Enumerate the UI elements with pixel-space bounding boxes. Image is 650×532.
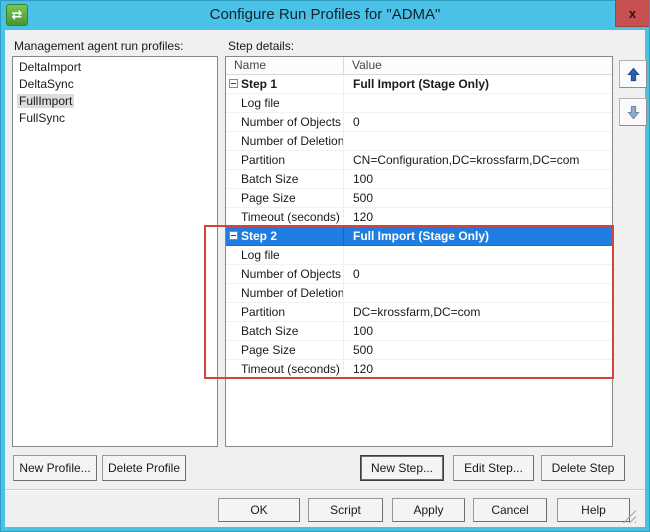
collapse-icon[interactable] xyxy=(229,231,238,240)
profile-item-label: FullImport xyxy=(17,94,75,108)
property-name: Log file xyxy=(226,94,344,112)
property-value xyxy=(344,284,612,302)
property-name: Page Size xyxy=(226,189,344,207)
profile-item-deltasync[interactable]: DeltaSync xyxy=(13,76,217,93)
property-value: 100 xyxy=(353,172,374,186)
configure-run-profiles-dialog: ⇄ Configure Run Profiles for "ADMA" x Ma… xyxy=(0,0,650,532)
property-name: Partition xyxy=(226,151,344,169)
step-property-row[interactable]: Timeout (seconds) 120 xyxy=(226,208,612,227)
property-value xyxy=(344,246,612,264)
step-property-row[interactable]: Number of Deletions xyxy=(226,284,612,303)
property-value: 500 xyxy=(353,343,374,357)
property-value xyxy=(344,132,612,150)
ok-button[interactable]: OK xyxy=(218,498,300,522)
table-header: Name Value xyxy=(226,57,612,75)
property-name: Batch Size xyxy=(226,170,344,188)
run-profiles-listbox[interactable]: DeltaImport DeltaSync FullImport FullSync xyxy=(12,56,218,447)
property-value: 100 xyxy=(353,324,374,338)
property-name: Number of Deletions xyxy=(226,284,344,302)
property-value: 500 xyxy=(353,191,374,205)
profile-item-label: FullSync xyxy=(19,111,66,125)
property-value: 120 xyxy=(353,362,374,376)
step-property-row[interactable]: Number of Objects 0 xyxy=(226,113,612,132)
edit-step-button[interactable]: Edit Step... xyxy=(453,455,534,481)
table-body: Step 1 Full Import (Stage Only) Log file Nu… xyxy=(226,75,612,379)
titlebar[interactable]: ⇄ Configure Run Profiles for "ADMA" x xyxy=(0,0,650,30)
help-button[interactable]: Help xyxy=(557,498,630,522)
step-value: Full Import (Stage Only) xyxy=(353,229,490,243)
property-value: CN=Configuration,DC=krossfarm,DC=com xyxy=(353,153,580,167)
step-details-table: Name Value Step 1 Full Import (Stage Only… xyxy=(225,56,613,447)
property-name: Timeout (seconds) xyxy=(226,208,344,226)
property-name: Log file xyxy=(226,246,344,264)
property-value: 0 xyxy=(353,267,360,281)
property-value xyxy=(344,94,612,112)
column-header-value[interactable]: Value xyxy=(344,57,612,74)
step-property-row[interactable]: Batch Size 100 xyxy=(226,170,612,189)
profile-item-fullimport[interactable]: FullImport xyxy=(13,93,217,110)
step-property-row[interactable]: Timeout (seconds) 120 xyxy=(226,360,612,379)
profile-item-label: DeltaSync xyxy=(19,77,74,91)
step-property-row[interactable]: Number of Objects 0 xyxy=(226,265,612,284)
property-name: Batch Size xyxy=(226,322,344,340)
step-row-2[interactable]: Step 2 Full Import (Stage Only) xyxy=(226,227,612,246)
property-value: 120 xyxy=(353,210,374,224)
profile-item-deltaimport[interactable]: DeltaImport xyxy=(13,59,217,76)
new-profile-button[interactable]: New Profile... xyxy=(13,455,97,481)
move-step-up-button[interactable] xyxy=(619,60,647,88)
up-arrow-icon xyxy=(626,67,640,81)
delete-profile-button[interactable]: Delete Profile xyxy=(102,455,186,481)
sync-manager-icon: ⇄ xyxy=(6,4,28,26)
column-header-name[interactable]: Name xyxy=(226,57,344,74)
dialog-client-area: Management agent run profiles: Step deta… xyxy=(5,30,647,527)
step-row-1[interactable]: Step 1 Full Import (Stage Only) xyxy=(226,75,612,94)
step-property-row[interactable]: Log file xyxy=(226,246,612,265)
step-name: Step 2 xyxy=(226,227,344,245)
move-step-down-button[interactable] xyxy=(619,98,647,126)
footer-button-bar: OK Script Apply Cancel Help xyxy=(5,489,645,527)
step-property-row[interactable]: Number of Deletions xyxy=(226,132,612,151)
step-details-label: Step details: xyxy=(228,39,295,53)
property-name: Number of Objects xyxy=(226,113,344,131)
apply-button[interactable]: Apply xyxy=(392,498,465,522)
property-value: 0 xyxy=(353,115,360,129)
step-property-row[interactable]: Partition DC=krossfarm,DC=com xyxy=(226,303,612,322)
down-arrow-icon xyxy=(626,105,640,119)
property-name: Timeout (seconds) xyxy=(226,360,344,378)
step-property-row[interactable]: Batch Size 100 xyxy=(226,322,612,341)
run-profiles-label: Management agent run profiles: xyxy=(14,39,184,53)
window-title: Configure Run Profiles for "ADMA" xyxy=(209,6,441,23)
step-property-row[interactable]: Log file xyxy=(226,94,612,113)
delete-step-button[interactable]: Delete Step xyxy=(541,455,625,481)
step-property-row[interactable]: Page Size 500 xyxy=(226,341,612,360)
collapse-icon[interactable] xyxy=(229,79,238,88)
property-name: Number of Deletions xyxy=(226,132,344,150)
profile-item-label: DeltaImport xyxy=(19,60,82,74)
property-name: Number of Objects xyxy=(226,265,344,283)
script-button[interactable]: Script xyxy=(308,498,383,522)
property-name: Page Size xyxy=(226,341,344,359)
step-value: Full Import (Stage Only) xyxy=(353,77,490,91)
new-step-button[interactable]: New Step... xyxy=(360,455,444,481)
property-value: DC=krossfarm,DC=com xyxy=(353,305,481,319)
cancel-button[interactable]: Cancel xyxy=(473,498,547,522)
property-name: Partition xyxy=(226,303,344,321)
step-property-row[interactable]: Page Size 500 xyxy=(226,189,612,208)
step-property-row[interactable]: Partition CN=Configuration,DC=krossfarm,D… xyxy=(226,151,612,170)
close-button[interactable]: x xyxy=(615,0,649,27)
step-name: Step 1 xyxy=(226,75,344,93)
profile-item-fullsync[interactable]: FullSync xyxy=(13,110,217,127)
